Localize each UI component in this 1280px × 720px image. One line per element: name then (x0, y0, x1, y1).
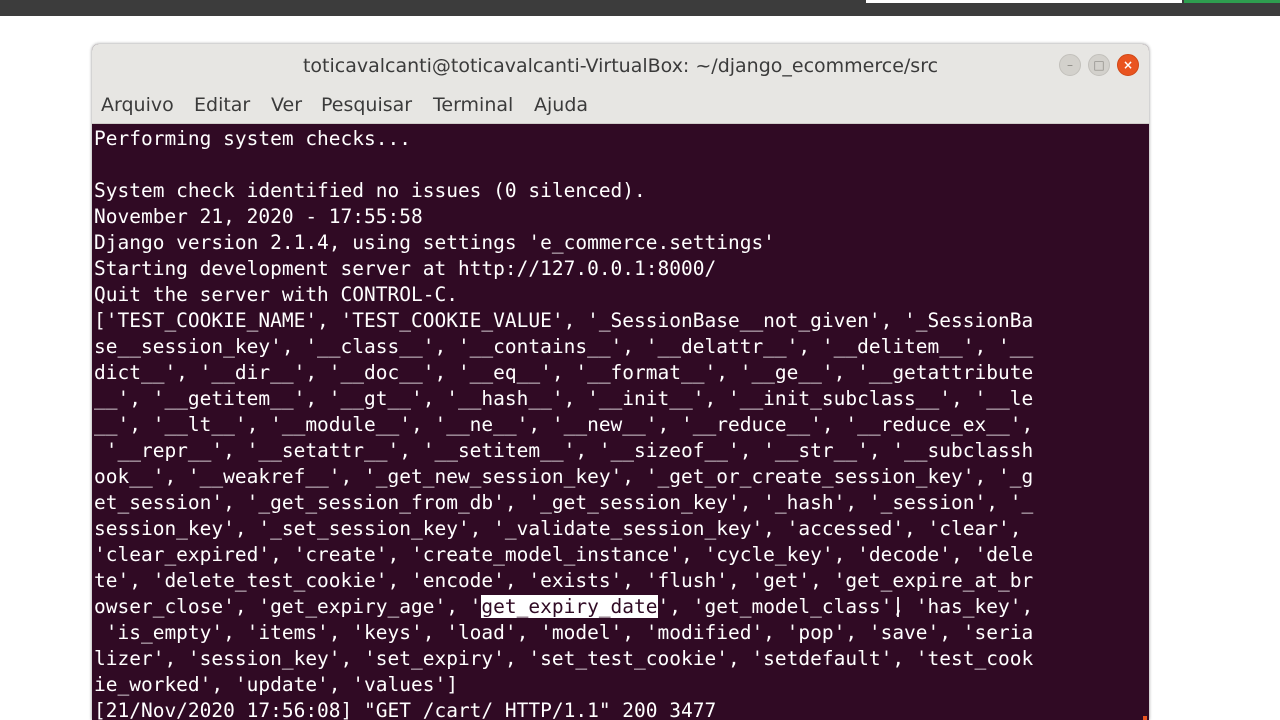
terminal-line: November 21, 2020 - 17:55:58 (94, 205, 423, 228)
terminal-line: dict__', '__dir__', '__doc__', '__eq__',… (94, 361, 1034, 384)
terminal-line: Starting development server at http://12… (94, 257, 717, 280)
terminal-line: Django version 2.1.4, using settings 'e_… (94, 231, 775, 254)
title-bar[interactable]: toticavalcanti@toticavalcanti-VirtualBox… (92, 44, 1149, 87)
terminal-line-with-selection: owser_close', 'get_expiry_age', 'get_exp… (94, 594, 1033, 620)
menu-item-ver[interactable]: Ver (271, 94, 302, 116)
close-button[interactable]: × (1117, 54, 1139, 76)
menu-item-pesquisar[interactable]: Pesquisar (321, 94, 412, 116)
terminal-line: System check identified no issues (0 sil… (94, 179, 646, 202)
line-text-before-selection: owser_close', 'get_expiry_age', ' (94, 595, 482, 618)
scrollbar-indicator[interactable] (1143, 716, 1147, 720)
top-address-field[interactable] (866, 0, 1182, 3)
terminal-output[interactable]: Performing system checks... System check… (92, 124, 1149, 720)
menu-item-ajuda[interactable]: Ajuda (534, 94, 588, 116)
terminal-line: __', '__getitem__', '__gt__', '__hash__'… (94, 387, 1034, 410)
minimize-button[interactable]: – (1059, 54, 1081, 76)
terminal-line: Quit the server with CONTROL-C. (94, 283, 458, 306)
terminal-line: __', '__lt__', '__module__', '__ne__', '… (94, 413, 1034, 436)
text-cursor-icon (897, 597, 899, 617)
terminal-line: te', 'delete_test_cookie', 'encode', 'ex… (94, 569, 1034, 592)
desktop-top-strip (0, 0, 1280, 16)
terminal-line: 'is_empty', 'items', 'keys', 'load', 'mo… (94, 621, 1034, 644)
window-title: toticavalcanti@toticavalcanti-VirtualBox… (302, 55, 939, 77)
menu-item-terminal[interactable]: Terminal (433, 94, 513, 116)
terminal-line: lizer', 'session_key', 'set_expiry', 'se… (94, 647, 1034, 670)
terminal-window: toticavalcanti@toticavalcanti-VirtualBox… (92, 44, 1149, 720)
line-text-after-selection: ', 'get_model_class', 'has_key', (657, 595, 1034, 618)
maximize-button[interactable]: □ (1088, 54, 1110, 76)
menu-item-arquivo[interactable]: Arquivo (101, 94, 174, 116)
terminal-line: et_session', '_get_session_from_db', '_g… (94, 491, 1034, 514)
terminal-line: ook__', '__weakref__', '_get_new_session… (94, 465, 1034, 488)
terminal-line: se__session_key', '__class__', '__contai… (94, 335, 1034, 358)
menu-bar: Arquivo Editar Ver Pesquisar Terminal Aj… (92, 87, 1149, 124)
terminal-line: ie_worked', 'update', 'values'] (94, 673, 458, 696)
terminal-line: session_key', '_set_session_key', '_vali… (94, 517, 1022, 540)
selected-text[interactable]: get_expiry_date (481, 595, 658, 618)
top-accent-bar (1184, 0, 1280, 3)
terminal-line: [21/Nov/2020 17:56:08] "GET /cart/ HTTP/… (94, 699, 717, 720)
terminal-line: 'clear_expired', 'create', 'create_model… (94, 543, 1034, 566)
menu-item-editar[interactable]: Editar (194, 94, 250, 116)
terminal-line: ['TEST_COOKIE_NAME', 'TEST_COOKIE_VALUE'… (94, 309, 1034, 332)
terminal-line: Performing system checks... (94, 127, 411, 150)
terminal-line: '__repr__', '__setattr__', '__setitem__'… (94, 439, 1034, 462)
